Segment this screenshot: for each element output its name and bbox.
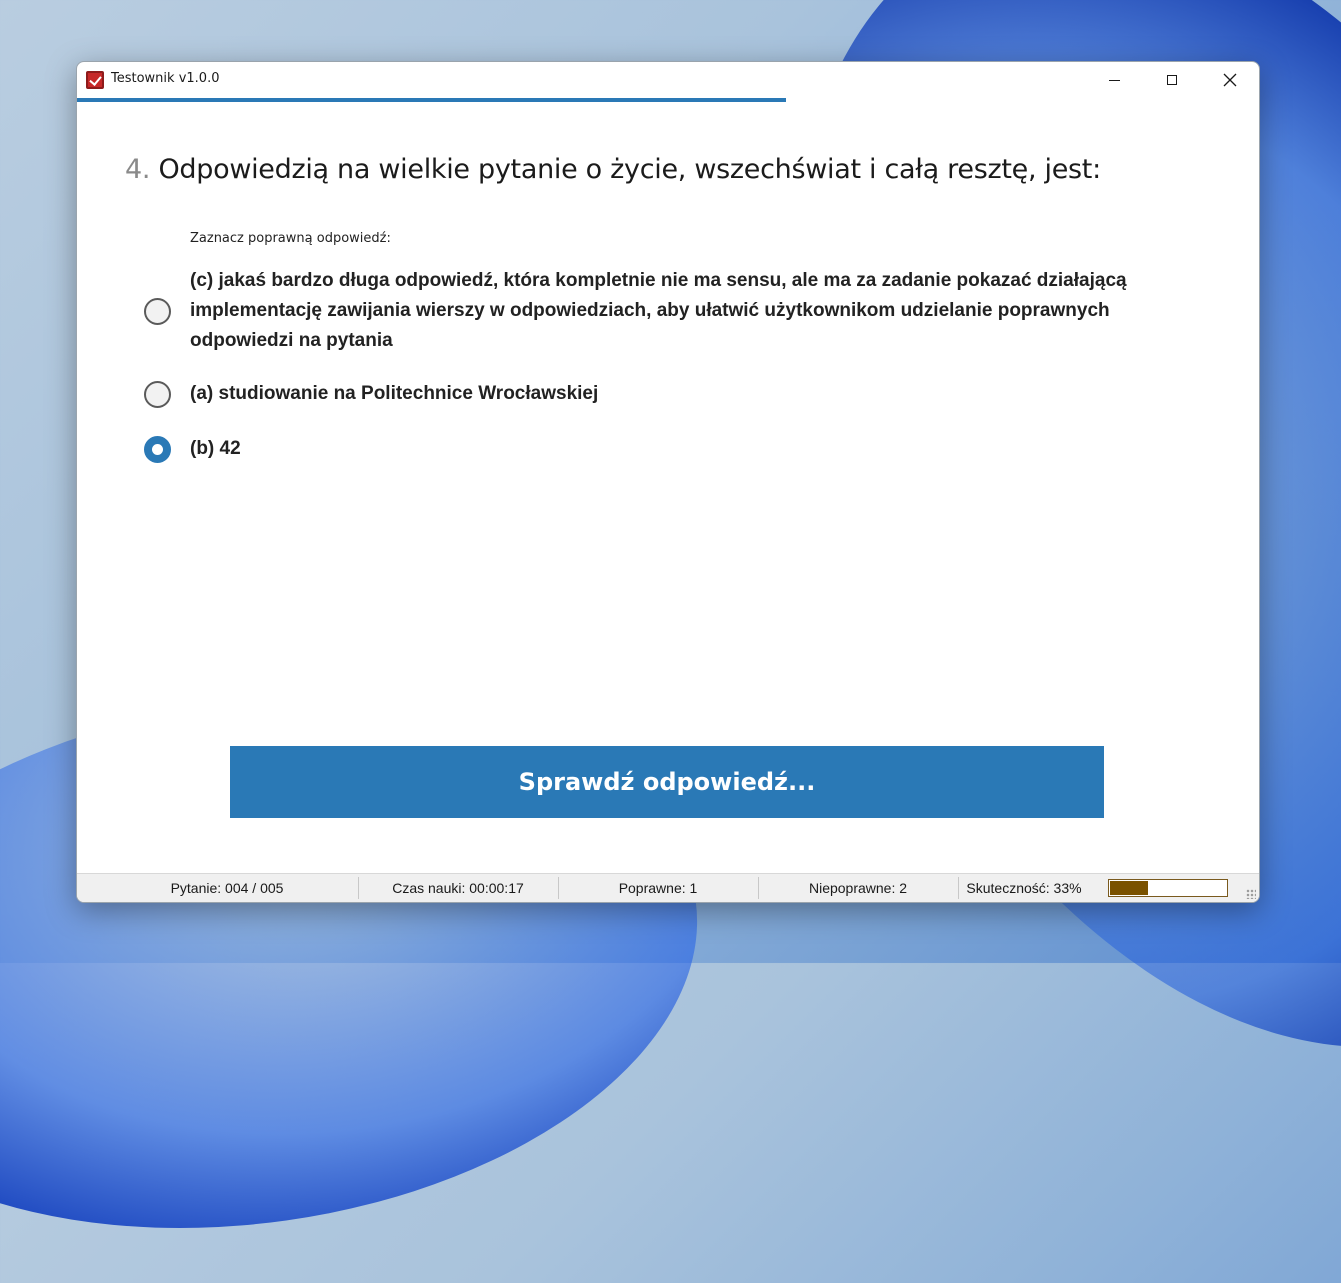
close-button[interactable] — [1201, 62, 1259, 98]
title-bar[interactable]: Testownik v1.0.0 — [77, 62, 1259, 98]
answer-instruction: Zaznacz poprawną odpowiedź: — [190, 231, 391, 246]
window-title: Testownik v1.0.0 — [111, 71, 220, 86]
question-heading: 4. Odpowiedzią na wielkie pytanie o życi… — [125, 154, 1101, 185]
maximize-button[interactable] — [1143, 62, 1201, 98]
status-question-counter: Pytanie: 004 / 005 — [170, 880, 284, 896]
minimize-icon — [1108, 79, 1120, 81]
maximize-icon — [1167, 75, 1177, 85]
status-effectiveness: Skuteczność: 33% — [966, 880, 1082, 896]
quiz-progress-bar — [77, 98, 787, 102]
question-text: Odpowiedzią na wielkie pytanie o życie, … — [158, 154, 1101, 185]
app-checkbox-icon — [86, 71, 104, 89]
answer-label[interactable]: (b) 42 — [190, 434, 1200, 464]
status-incorrect-count: Niepoprawne: 2 — [808, 880, 908, 896]
answer-option[interactable]: (b) 42 — [144, 434, 1200, 464]
status-study-time: Czas nauki: 00:00:17 — [392, 880, 524, 896]
answer-radio[interactable] — [144, 297, 171, 325]
answer-label[interactable]: (a) studiowanie na Politechnice Wrocławs… — [190, 379, 1200, 409]
status-bar: Pytanie: 004 / 005 Czas nauki: 00:00:17 … — [77, 873, 1259, 902]
app-window: Testownik v1.0.0 4. Odpowiedzią na wielk… — [76, 61, 1260, 903]
answer-option[interactable]: (a) studiowanie na Politechnice Wrocławs… — [144, 379, 1200, 409]
question-number: 4. — [125, 154, 151, 185]
check-answer-button[interactable]: Sprawdź odpowiedź... — [230, 746, 1104, 818]
effectiveness-bar-fill — [1110, 881, 1149, 895]
minimize-button[interactable] — [1085, 62, 1143, 98]
answer-radio[interactable] — [144, 435, 171, 463]
resize-grip-icon[interactable] — [1246, 889, 1256, 899]
effectiveness-bar — [1108, 879, 1228, 897]
status-correct-count: Poprawne: 1 — [618, 880, 698, 896]
answer-option[interactable]: (c) jakaś bardzo długa odpowiedź, która … — [144, 266, 1200, 356]
answer-label[interactable]: (c) jakaś bardzo długa odpowiedź, która … — [190, 266, 1200, 356]
close-icon — [1223, 73, 1237, 87]
answer-radio[interactable] — [144, 380, 171, 408]
